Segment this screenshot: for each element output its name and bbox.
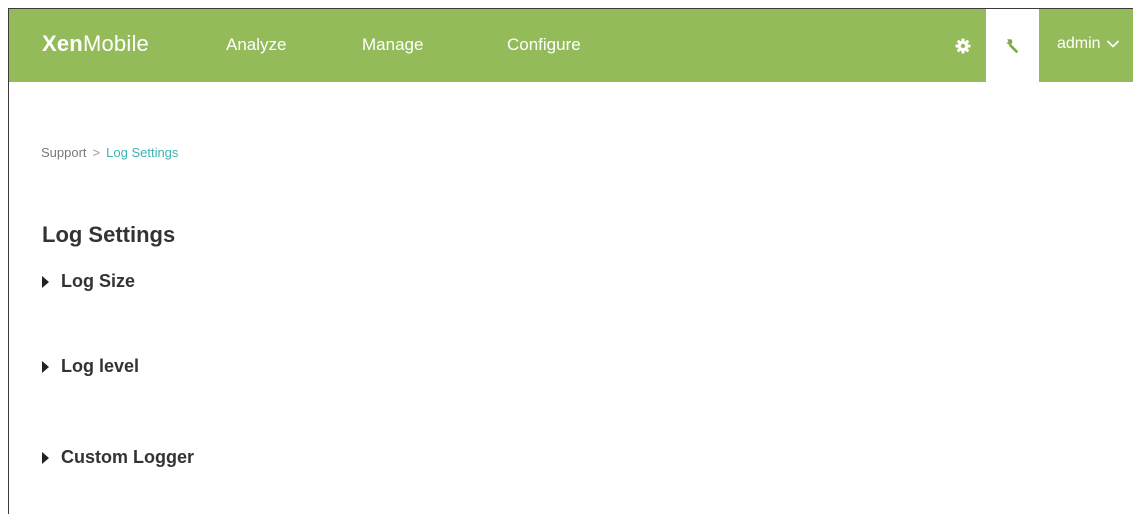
support-button[interactable] [986, 9, 1039, 82]
nav-analyze[interactable]: Analyze [226, 35, 286, 55]
caret-right-icon [42, 275, 49, 288]
frame-left-border [8, 8, 9, 514]
logo-bold-text: Xen [42, 31, 83, 56]
wrench-icon [1005, 38, 1018, 53]
breadcrumb-support[interactable]: Support [41, 145, 87, 160]
section-label: Custom Logger [61, 447, 194, 467]
gear-icon [955, 38, 971, 53]
section-log-size[interactable]: Log Size [42, 271, 135, 292]
section-label: Log Size [61, 271, 136, 291]
user-menu[interactable]: admin [1057, 35, 1119, 53]
user-name: admin [1057, 35, 1101, 52]
top-navigation-bar: XenMobile Analyze Manage Configure admin [9, 9, 1133, 82]
breadcrumb-log-settings[interactable]: Log Settings [106, 145, 178, 160]
section-label: Log level [61, 356, 140, 376]
app-frame [8, 8, 1133, 514]
settings-button[interactable] [941, 9, 985, 82]
page-title: Log Settings [42, 222, 176, 247]
section-log-level[interactable]: Log level [42, 356, 139, 377]
xenmobile-logo[interactable]: XenMobile [42, 31, 149, 57]
nav-manage[interactable]: Manage [362, 35, 423, 55]
section-custom-logger[interactable]: Custom Logger [42, 447, 194, 468]
caret-right-icon [42, 451, 49, 464]
nav-configure[interactable]: Configure [507, 35, 581, 55]
chevron-down-icon [1106, 40, 1119, 48]
breadcrumb-separator: > [92, 145, 101, 160]
breadcrumb: Support > Log Settings [41, 145, 178, 160]
logo-light-text: Mobile [82, 31, 149, 56]
caret-right-icon [42, 360, 49, 373]
